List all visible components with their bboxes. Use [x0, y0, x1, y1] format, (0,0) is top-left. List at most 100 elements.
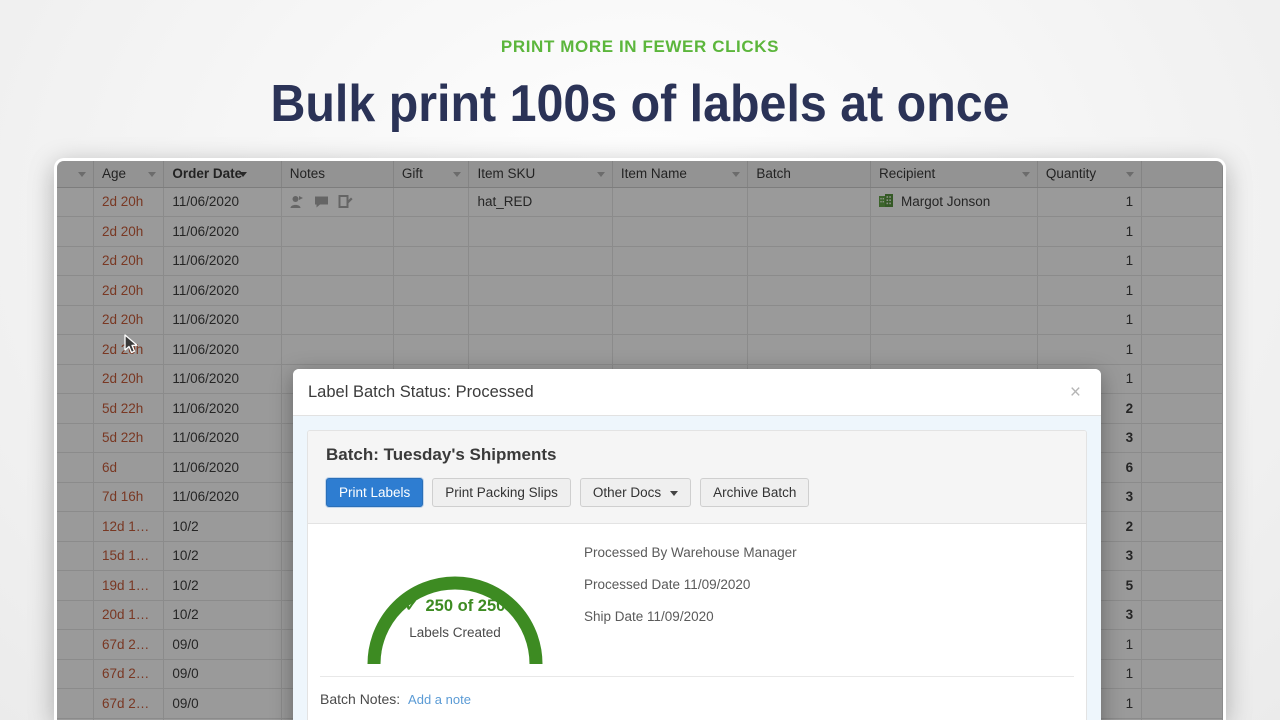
cell-age: 2d 20h: [94, 364, 164, 394]
sort-active-caret-icon[interactable]: [239, 172, 247, 177]
column-filter-caret-icon[interactable]: [597, 172, 605, 177]
table-row[interactable]: 2d 20h11/06/20201: [57, 246, 1223, 276]
batch-card: Batch: Tuesday's Shipments Print Labels P…: [307, 430, 1087, 720]
cell-order-date: 09/0: [164, 659, 281, 689]
metadata-line: Processed Date 11/09/2020: [584, 577, 797, 592]
cell-notes: [281, 187, 393, 217]
column-header-label: Notes: [290, 166, 325, 181]
column-filter-caret-icon[interactable]: [453, 172, 461, 177]
cell-order-date: 10/2: [164, 600, 281, 630]
cell-quantity: 1: [1037, 217, 1141, 247]
column-header-blank[interactable]: [57, 161, 94, 187]
table-cell: [612, 276, 748, 306]
table-cell: [1142, 689, 1223, 719]
column-filter-caret-icon[interactable]: [732, 172, 740, 177]
cell-age: 5d 22h: [94, 394, 164, 424]
cell-quantity: 1: [1037, 187, 1141, 217]
column-header-age[interactable]: Age: [94, 161, 164, 187]
column-filter-caret-icon[interactable]: [1126, 172, 1134, 177]
cell-notes: [281, 335, 393, 365]
cell-age: 12d 1…: [94, 512, 164, 542]
column-header-quantity[interactable]: Quantity: [1037, 161, 1141, 187]
cell-order-date: 10/2: [164, 512, 281, 542]
table-cell: [1142, 571, 1223, 601]
cell-age: 2d 20h: [94, 305, 164, 335]
table-cell: [57, 394, 94, 424]
print-labels-button[interactable]: Print Labels: [326, 478, 423, 507]
table-row[interactable]: 2d 20h11/06/2020hat_REDMargot Jonson1: [57, 187, 1223, 217]
batch-notes-row: Batch Notes: Add a note: [320, 676, 1074, 720]
table-cell: [1142, 394, 1223, 424]
table-cell: [393, 305, 469, 335]
cell-age: 2d 20h: [94, 217, 164, 247]
table-cell: [393, 187, 469, 217]
cell-item-sku: [469, 335, 612, 365]
dialog-title: Label Batch Status: Processed: [308, 383, 1064, 402]
column-filter-caret-icon[interactable]: [78, 172, 86, 177]
table-cell: [57, 305, 94, 335]
table-row[interactable]: 2d 20h11/06/20201: [57, 335, 1223, 365]
column-header-notes[interactable]: Notes: [281, 161, 393, 187]
labels-created-gauge: ✓ 250 of 250 Labels Created: [326, 540, 584, 664]
cell-age: 2d 20h: [94, 276, 164, 306]
table-cell: [748, 187, 871, 217]
cell-item-sku: [469, 305, 612, 335]
cell-notes: [281, 305, 393, 335]
customer-icon[interactable]: [290, 195, 305, 209]
table-cell: [1142, 453, 1223, 483]
table-cell: [57, 246, 94, 276]
table-row[interactable]: 2d 20h11/06/20201: [57, 276, 1223, 306]
cell-quantity: 1: [1037, 276, 1141, 306]
hero-eyebrow: PRINT MORE IN FEWER CLICKS: [0, 36, 1280, 58]
column-header-label: Item Name: [621, 166, 687, 181]
table-cell: [393, 335, 469, 365]
edit-note-icon[interactable]: [338, 195, 353, 209]
column-header-item-sku[interactable]: Item SKU: [469, 161, 612, 187]
table-cell: [1142, 187, 1223, 217]
hero-section: PRINT MORE IN FEWER CLICKS Bulk print 10…: [0, 0, 1280, 134]
table-cell: [612, 217, 748, 247]
table-row[interactable]: 2d 20h11/06/20201: [57, 217, 1223, 247]
cell-quantity: 1: [1037, 335, 1141, 365]
cell-recipient: [870, 246, 1037, 276]
column-header-gift[interactable]: Gift: [393, 161, 469, 187]
comment-icon[interactable]: [314, 195, 329, 209]
table-cell: [57, 364, 94, 394]
metadata-line: Processed By Warehouse Manager: [584, 545, 797, 560]
chevron-down-icon[interactable]: [670, 491, 678, 496]
column-filter-caret-icon[interactable]: [148, 172, 156, 177]
column-header-item-name[interactable]: Item Name: [612, 161, 748, 187]
table-cell: [1142, 246, 1223, 276]
column-header-recipient[interactable]: Recipient: [870, 161, 1037, 187]
table-cell: [57, 541, 94, 571]
table-cell: [1142, 335, 1223, 365]
other-docs-button[interactable]: Other Docs: [580, 478, 691, 507]
column-header-label: Batch: [756, 166, 791, 181]
column-header-order-date[interactable]: Order Date: [164, 161, 281, 187]
app-screenshot-frame: Age Order Date Notes GiftItem SKU Item Name B…: [54, 158, 1226, 720]
table-cell: [1142, 659, 1223, 689]
batch-name: Batch: Tuesday's Shipments: [326, 445, 1068, 465]
table-cell: [748, 246, 871, 276]
batch-metadata: Processed By Warehouse Manager Processed …: [584, 540, 797, 664]
table-cell: [57, 187, 94, 217]
print-packing-slips-button[interactable]: Print Packing Slips: [432, 478, 571, 507]
add-a-note-link[interactable]: Add a note: [408, 692, 471, 707]
table-cell: [1142, 600, 1223, 630]
cell-recipient: [870, 335, 1037, 365]
column-filter-caret-icon[interactable]: [1022, 172, 1030, 177]
column-header-blank[interactable]: [1142, 161, 1223, 187]
close-icon[interactable]: ×: [1064, 381, 1087, 404]
table-cell: [612, 335, 748, 365]
button-label: Print Packing Slips: [445, 485, 558, 500]
table-cell: [57, 659, 94, 689]
table-row[interactable]: 2d 20h11/06/20201: [57, 305, 1223, 335]
cell-age: 7d 16h: [94, 482, 164, 512]
archive-batch-button[interactable]: Archive Batch: [700, 478, 809, 507]
table-cell: [612, 187, 748, 217]
column-header-label: Age: [102, 166, 126, 181]
column-header-batch[interactable]: Batch: [748, 161, 871, 187]
table-cell: [748, 305, 871, 335]
table-cell: [748, 276, 871, 306]
table-cell: [1142, 423, 1223, 453]
